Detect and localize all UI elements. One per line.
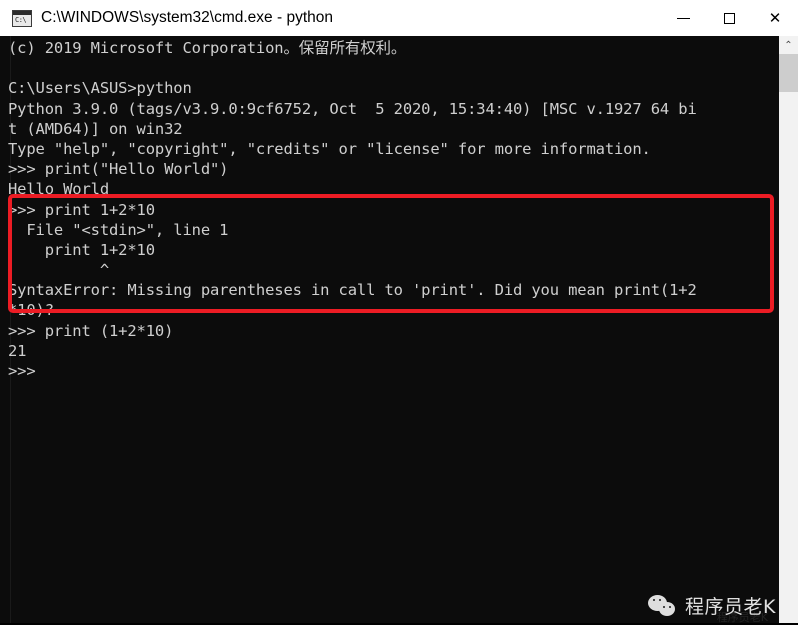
minimize-button[interactable]	[660, 0, 706, 36]
wechat-bubble-small	[659, 601, 676, 616]
terminal-line: 21	[8, 341, 27, 360]
window-titlebar: C:\ C:\WINDOWS\system32\cmd.exe - python…	[0, 0, 798, 36]
terminal-line: (c) 2019 Microsoft Corporation。保留所有权利。	[8, 39, 407, 57]
cmd-console-icon-text: C:\	[15, 15, 27, 24]
wechat-logo-icon	[648, 594, 678, 618]
terminal-line: SyntaxError: Missing parentheses in call…	[8, 281, 697, 300]
watermark-text: 程序员老K	[685, 596, 776, 618]
terminal-line: Type "help", "copyright", "credits" or "…	[8, 139, 651, 158]
terminal-line: print 1+2*10	[8, 240, 155, 259]
terminal-line: ^	[8, 261, 109, 280]
scrollbar-up-arrow-icon[interactable]: ⌃	[779, 36, 798, 54]
terminal-line: t (AMD64)] on win32	[8, 119, 183, 138]
terminal-line: File "<stdin>", line 1	[8, 220, 229, 239]
maximize-icon	[723, 12, 735, 24]
terminal-line: >>> print 1+2*10	[8, 200, 155, 219]
maximize-button[interactable]	[706, 0, 752, 36]
close-button[interactable]: ✕	[752, 0, 798, 36]
screenshot-root: C:\ C:\WINDOWS\system32\cmd.exe - python…	[0, 0, 798, 624]
minimize-icon	[676, 17, 690, 19]
terminal-line: >>>	[8, 362, 36, 380]
terminal-line: >>> print (1+2*10)	[8, 321, 174, 340]
terminal-scrollbar[interactable]: ⌃	[779, 36, 798, 623]
cmd-console-icon: C:\	[12, 9, 32, 27]
terminal-line: >>> print("Hello World")	[8, 160, 229, 179]
terminal-output: (c) 2019 Microsoft Corporation。保留所有权利。 C:…	[8, 38, 778, 381]
terminal-line: C:\Users\ASUS>python	[8, 79, 192, 98]
terminal-console[interactable]: (c) 2019 Microsoft Corporation。保留所有权利。 C:…	[0, 36, 798, 623]
watermark: 程序员老K	[648, 592, 776, 619]
close-icon: ✕	[768, 8, 782, 27]
terminal-line: *10)?	[8, 301, 54, 320]
window-controls: ✕	[660, 0, 798, 36]
terminal-line: Hello World	[8, 180, 109, 199]
scrollbar-thumb[interactable]	[779, 54, 798, 92]
window-title: C:\WINDOWS\system32\cmd.exe - python	[41, 9, 333, 26]
terminal-line: Python 3.9.0 (tags/v3.9.0:9cf6752, Oct 5…	[8, 99, 697, 118]
